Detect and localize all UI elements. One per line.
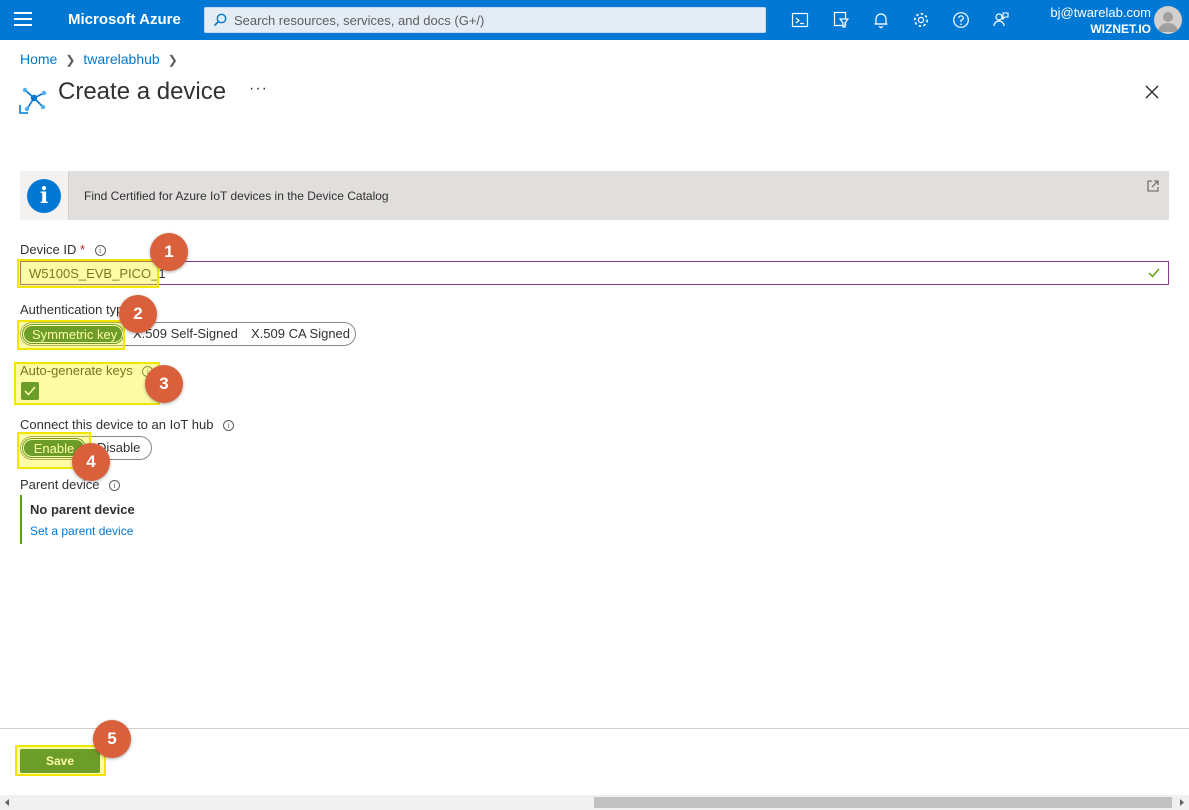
auto-keys-label-text: Auto-generate keys [20, 363, 133, 378]
set-parent-device-link[interactable]: Set a parent device [30, 524, 133, 538]
top-bar: Microsoft Azure Search resources, servic… [0, 0, 1189, 40]
account-info[interactable]: bj@twarelab.com WIZNET.IO [1050, 5, 1151, 36]
valid-check-icon [1148, 268, 1160, 278]
connect-label: Connect this device to an IoT hub i [20, 417, 235, 432]
breadcrumb-home[interactable]: Home [20, 51, 57, 67]
account-email: bj@twarelab.com [1050, 5, 1151, 20]
parent-device-value: No parent device [30, 502, 135, 517]
notifications-icon[interactable] [872, 11, 890, 29]
banner-text: Find Certified for Azure IoT devices in … [84, 189, 389, 203]
step-marker-1: 1 [150, 233, 188, 271]
search-box[interactable]: Search resources, services, and docs (G+… [204, 7, 766, 33]
breadcrumb-separator-icon: ❯ [167, 53, 178, 67]
auto-keys-checkbox[interactable] [21, 382, 39, 400]
breadcrumb: Home ❯ twarelabhub ❯ [20, 51, 186, 67]
feedback-icon[interactable] [992, 11, 1010, 29]
info-banner[interactable]: i Find Certified for Azure IoT devices i… [20, 171, 1169, 220]
auth-type-selector: Symmetric key X.509 Self-Signed X.509 CA… [20, 322, 356, 346]
directory-filter-icon[interactable] [832, 11, 850, 29]
auth-option-symmetric-key[interactable]: Symmetric key [23, 325, 123, 343]
page-title: Create a device [58, 78, 227, 105]
info-tooltip-icon[interactable]: i [223, 420, 235, 431]
save-button[interactable]: Save [20, 749, 100, 773]
step-marker-5: 5 [93, 720, 131, 758]
device-id-label-text: Device ID [20, 242, 77, 257]
external-link-icon[interactable] [1146, 179, 1160, 193]
breadcrumb-separator-icon: ❯ [65, 53, 76, 67]
info-tooltip-icon[interactable]: i [109, 480, 121, 491]
user-icon [1158, 12, 1178, 32]
cloud-shell-icon[interactable] [791, 11, 809, 29]
parent-device-box: No parent device Set a parent device [20, 495, 320, 544]
parent-device-label: Parent device i [20, 477, 121, 492]
auto-keys-label: Auto-generate keys i [20, 363, 154, 378]
search-icon [213, 13, 227, 27]
brand-title[interactable]: Microsoft Azure [68, 11, 181, 28]
horizontal-scrollbar[interactable] [0, 795, 1189, 810]
scroll-left-arrow-icon[interactable] [3, 798, 12, 807]
close-icon[interactable] [1144, 84, 1160, 100]
device-id-input[interactable] [21, 262, 1141, 284]
checkmark-icon [24, 386, 36, 396]
iot-device-icon [19, 87, 47, 114]
device-id-label: Device ID * i [20, 242, 106, 257]
info-icon: i [27, 179, 61, 213]
auth-type-label: Authentication type [20, 302, 131, 317]
settings-gear-icon[interactable] [912, 11, 930, 29]
scroll-right-arrow-icon[interactable] [1177, 798, 1186, 807]
info-tooltip-icon[interactable]: i [94, 245, 106, 256]
account-org: WIZNET.IO [1090, 22, 1151, 36]
scrollbar-thumb[interactable] [594, 797, 1172, 808]
search-placeholder: Search resources, services, and docs (G+… [234, 13, 485, 28]
auth-option-x509-ca-signed[interactable]: X.509 CA Signed [243, 325, 358, 343]
more-options-icon[interactable]: ··· [249, 80, 268, 98]
step-marker-3: 3 [145, 365, 183, 403]
required-marker: * [79, 242, 86, 257]
help-icon[interactable] [952, 11, 970, 29]
avatar[interactable] [1154, 6, 1182, 34]
info-icon-box: i [20, 171, 69, 220]
step-marker-2: 2 [119, 295, 157, 333]
menu-icon[interactable] [14, 12, 32, 28]
footer-divider [0, 728, 1189, 729]
breadcrumb-hub[interactable]: twarelabhub [83, 51, 159, 67]
connect-label-text: Connect this device to an IoT hub [20, 417, 214, 432]
device-id-field[interactable] [20, 261, 1169, 285]
step-marker-4: 4 [72, 443, 110, 481]
